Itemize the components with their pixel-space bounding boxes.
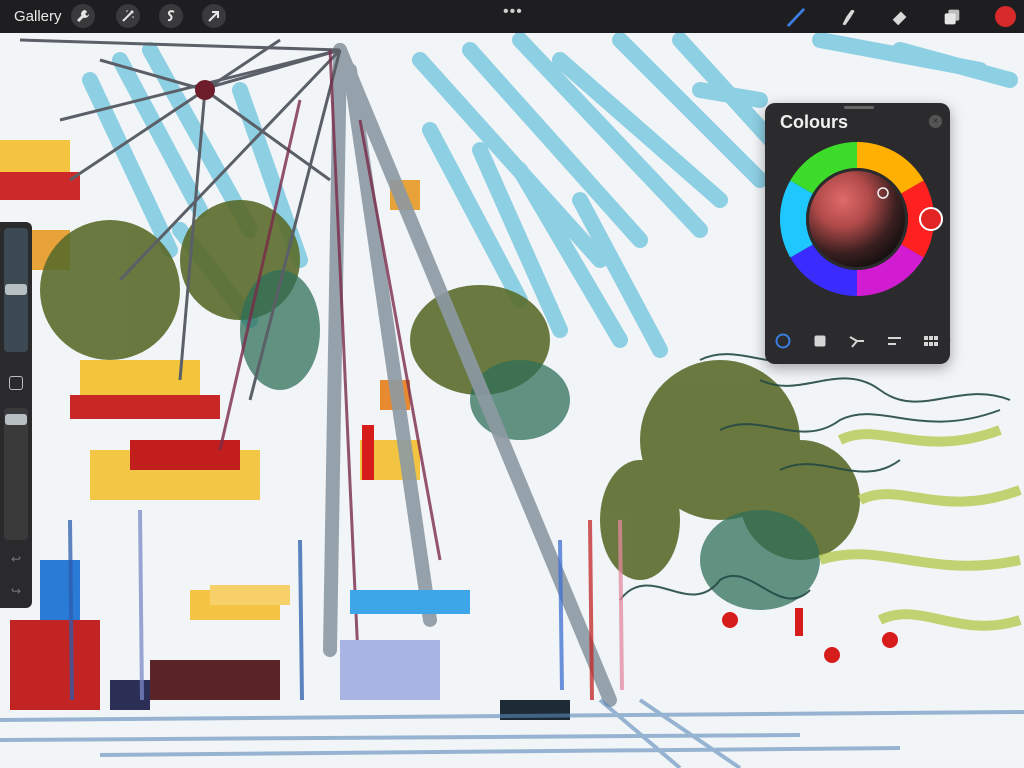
panel-drag-handle[interactable] — [844, 106, 874, 109]
actions-button[interactable] — [71, 4, 95, 28]
redo-button[interactable]: ↪ — [9, 584, 23, 598]
more-options-button[interactable]: ••• — [503, 3, 523, 21]
colour-disc[interactable] — [768, 141, 946, 296]
brush-tool[interactable] — [784, 5, 808, 29]
smudge-tool[interactable] — [836, 5, 860, 29]
brush-size-thumb[interactable] — [5, 284, 27, 295]
brush-icon — [787, 8, 805, 27]
classic-mode-tab[interactable] — [808, 329, 832, 353]
gallery-button[interactable]: Gallery — [14, 8, 62, 25]
selection-button[interactable] — [159, 4, 183, 28]
left-sidebar: ↩ ↪ — [0, 222, 32, 608]
saturation-brightness-disc[interactable] — [809, 171, 905, 267]
undo-button[interactable]: ↩ — [9, 552, 23, 566]
circle-icon — [775, 333, 791, 349]
colour-mode-tabs — [765, 329, 950, 353]
square-icon — [814, 335, 826, 347]
disc-mode-tab[interactable] — [771, 329, 795, 353]
palettes-mode-tab[interactable] — [919, 329, 943, 353]
harmony-icon — [849, 336, 864, 348]
modify-button[interactable] — [9, 376, 23, 390]
wrench-icon — [77, 10, 89, 22]
colours-panel: Colours × — [765, 103, 950, 364]
brush-size-slider[interactable] — [4, 228, 28, 352]
close-icon[interactable]: × — [929, 115, 942, 128]
eraser-tool[interactable] — [888, 5, 912, 29]
magic-wand-icon — [122, 10, 134, 22]
sliders-icon — [888, 337, 901, 345]
adjustments-button[interactable] — [116, 4, 140, 28]
panel-title: Colours — [780, 112, 849, 132]
value-mode-tab[interactable] — [882, 329, 906, 353]
harmony-mode-tab[interactable] — [845, 329, 869, 353]
opacity-slider[interactable] — [4, 408, 28, 540]
layers-tool[interactable] — [940, 5, 964, 29]
layers-icon — [944, 9, 960, 25]
transform-button[interactable] — [202, 4, 226, 28]
selection-s-icon — [167, 10, 175, 22]
grid-icon — [924, 336, 938, 346]
hue-picker[interactable] — [919, 207, 943, 231]
top-toolbar: Gallery ••• — [0, 0, 1024, 33]
arrow-cursor-icon — [208, 11, 219, 22]
opacity-thumb[interactable] — [5, 414, 27, 425]
current-colour-button[interactable] — [995, 6, 1016, 27]
smudge-finger-icon — [842, 9, 855, 26]
eraser-icon — [892, 11, 907, 26]
